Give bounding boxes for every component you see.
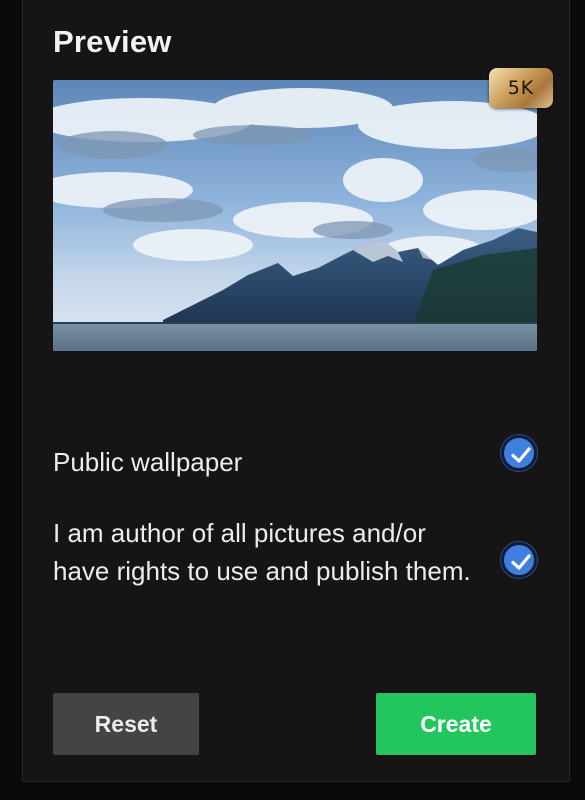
checkmark-icon [511, 447, 531, 463]
reset-button[interactable]: Reset [53, 693, 199, 755]
public-wallpaper-label: Public wallpaper [53, 447, 243, 477]
wallpaper-preview-image[interactable] [53, 80, 537, 351]
panel-title: Preview [53, 24, 172, 59]
resolution-badge: 5K [489, 68, 553, 108]
author-rights-label: I am author of all pictures and/or have … [53, 518, 471, 586]
checkmark-icon [511, 554, 531, 570]
author-rights-checkbox[interactable] [501, 542, 537, 578]
create-button[interactable]: Create [376, 693, 536, 755]
public-wallpaper-checkbox[interactable] [501, 435, 537, 471]
landscape-image [53, 80, 537, 351]
preview-panel: Preview 5K Public wallpaper I am author … [22, 0, 570, 782]
